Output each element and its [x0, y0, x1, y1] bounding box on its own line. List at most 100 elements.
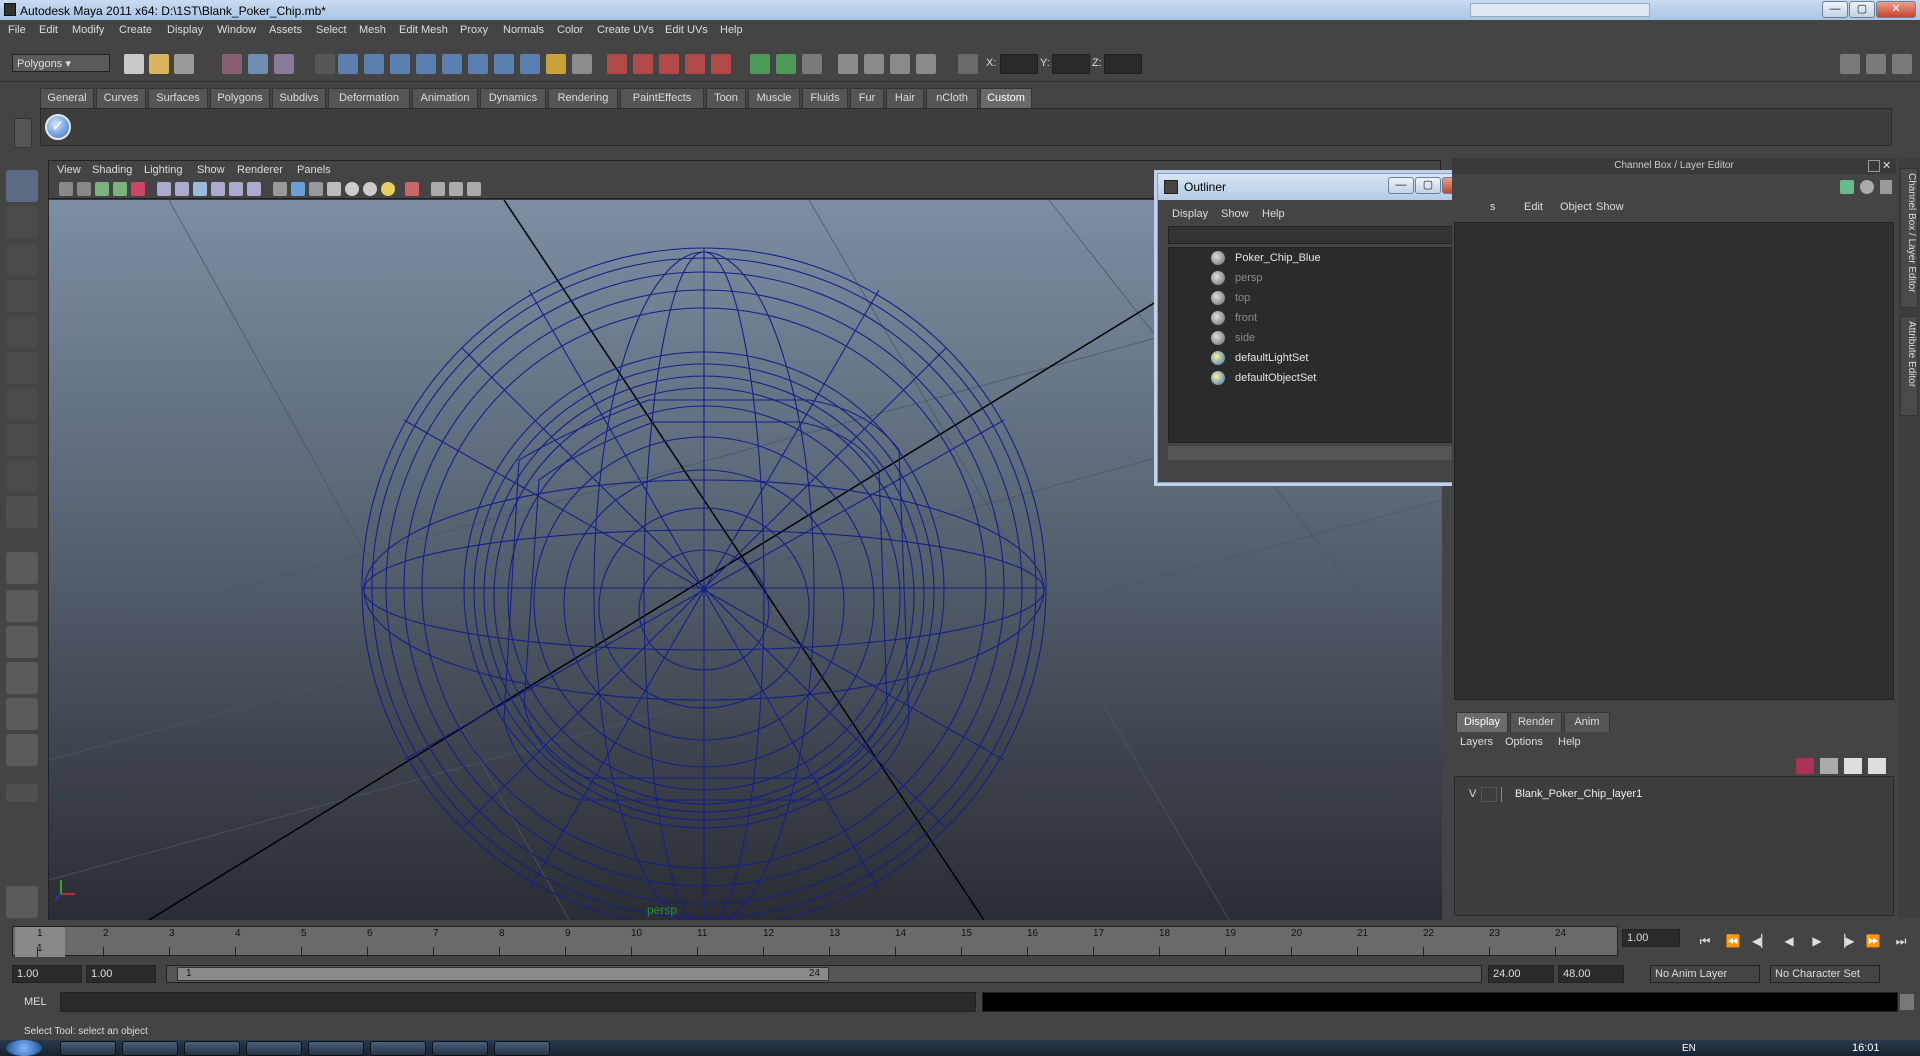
- shelf-tab-muscle[interactable]: Muscle: [748, 88, 800, 108]
- paint-select-tool-icon[interactable]: [6, 244, 38, 276]
- shelf-tab-fluids[interactable]: Fluids: [802, 88, 848, 108]
- select-surfaces-icon[interactable]: [416, 54, 436, 74]
- viewport-menu-view[interactable]: View: [57, 164, 81, 176]
- shelf-tab-polygons[interactable]: Polygons: [210, 88, 270, 108]
- snap-to-view-planes-icon[interactable]: [685, 54, 705, 74]
- viewport-menu-shading[interactable]: Shading: [92, 164, 132, 176]
- new-scene-icon[interactable]: [124, 54, 144, 74]
- taskbar-clock[interactable]: 16:01: [1852, 1042, 1880, 1054]
- xray-joints-icon[interactable]: [449, 182, 463, 196]
- layer-name[interactable]: Blank_Poker_Chip_layer1: [1515, 788, 1642, 800]
- step-back-frame-icon[interactable]: ⏪: [1724, 934, 1742, 950]
- close-button[interactable]: ✕: [1876, 1, 1916, 18]
- attribute-editor-icon[interactable]: [1880, 180, 1892, 194]
- image-plane-icon[interactable]: [113, 182, 127, 196]
- end-time-field[interactable]: 48.00: [1558, 965, 1624, 983]
- show-tool-settings-icon[interactable]: [1866, 54, 1886, 74]
- shelf-tab-custom[interactable]: Custom: [980, 88, 1032, 108]
- xray-icon[interactable]: [431, 182, 445, 196]
- channel-box-icon[interactable]: [1840, 180, 1854, 194]
- menu-select[interactable]: Select: [316, 24, 347, 36]
- channel-box-menu-show[interactable]: Show: [1596, 201, 1624, 213]
- shelf-tab-hair[interactable]: Hair: [886, 88, 924, 108]
- select-camera-icon[interactable]: [59, 182, 73, 196]
- playback-end-field[interactable]: 24.00: [1488, 965, 1554, 983]
- outliner-horizontal-scrollbar[interactable]: [1168, 446, 1486, 460]
- side-tab-channel-box[interactable]: Channel Box / Layer Editor: [1900, 168, 1918, 308]
- command-input[interactable]: [60, 992, 976, 1012]
- backface-culling-icon[interactable]: [467, 182, 481, 196]
- outliner-item[interactable]: top: [1169, 288, 1471, 308]
- layer-menu-layers[interactable]: Layers: [1460, 736, 1493, 748]
- show-channel-box-icon[interactable]: [1892, 54, 1912, 74]
- current-time-field[interactable]: 1.00: [1622, 929, 1680, 947]
- move-layer-down-icon[interactable]: [1868, 758, 1886, 774]
- layer-menu-options[interactable]: Options: [1505, 736, 1543, 748]
- construction-history-icon[interactable]: [802, 54, 822, 74]
- layout-options-chevron-icon[interactable]: [6, 784, 38, 802]
- render-settings-icon[interactable]: [916, 54, 936, 74]
- save-scene-icon[interactable]: [174, 54, 194, 74]
- make-live-icon[interactable]: [711, 54, 731, 74]
- layer-row[interactable]: V Blank_Poker_Chip_layer1: [1457, 785, 1893, 805]
- select-dynamics-icon[interactable]: [468, 54, 488, 74]
- mel-command-icon[interactable]: [6, 886, 38, 918]
- show-manipulator-tool-icon[interactable]: [6, 460, 38, 492]
- menu-create[interactable]: Create: [119, 24, 152, 36]
- smooth-shade-icon[interactable]: [291, 182, 305, 196]
- use-all-lights-icon[interactable]: [345, 182, 359, 196]
- shadows-icon[interactable]: [363, 182, 377, 196]
- go-to-start-icon[interactable]: ⏮: [1696, 934, 1714, 950]
- persp-outliner-layout-icon[interactable]: [6, 626, 38, 658]
- taskbar-maya-icon[interactable]: [432, 1041, 488, 1056]
- taskbar-app-icon[interactable]: [122, 1041, 178, 1056]
- select-joints-icon[interactable]: [364, 54, 384, 74]
- viewport-menu-renderer[interactable]: Renderer: [237, 164, 283, 176]
- menu-modify[interactable]: Modify: [72, 24, 104, 36]
- field-chart-icon[interactable]: [229, 182, 243, 196]
- open-scene-icon[interactable]: [149, 54, 169, 74]
- outliner-menu-display[interactable]: Display: [1172, 208, 1208, 220]
- shelf-menu-icon[interactable]: [14, 118, 32, 148]
- shelf-tab-deformation[interactable]: Deformation: [328, 88, 410, 108]
- menu-mesh[interactable]: Mesh: [359, 24, 386, 36]
- outliner-minimize-button[interactable]: —: [1388, 177, 1414, 194]
- lock-selection-icon[interactable]: [546, 54, 566, 74]
- menu-normals[interactable]: Normals: [503, 24, 544, 36]
- minimize-button[interactable]: —: [1822, 1, 1848, 18]
- layer-editor-icon[interactable]: [1860, 180, 1874, 194]
- step-forward-key-icon[interactable]: ▕▶: [1836, 934, 1854, 950]
- step-forward-frame-icon[interactable]: ⏩: [1864, 934, 1882, 950]
- new-layer-icon[interactable]: [1796, 758, 1814, 774]
- layer-menu-help[interactable]: Help: [1558, 736, 1581, 748]
- channel-box-menu-object[interactable]: Object: [1560, 201, 1592, 213]
- rotate-tool-icon[interactable]: [6, 316, 38, 348]
- shelf-tab-painteffects[interactable]: PaintEffects: [620, 88, 704, 108]
- start-time-field[interactable]: 1.00: [12, 965, 82, 983]
- grid-icon[interactable]: [157, 182, 171, 196]
- outliner-item[interactable]: side: [1169, 328, 1471, 348]
- select-by-component-icon[interactable]: [274, 54, 294, 74]
- shelf-tab-dynamics[interactable]: Dynamics: [480, 88, 546, 108]
- range-slider[interactable]: 1 24: [166, 965, 1482, 983]
- selection-mask-dropdown[interactable]: [315, 54, 335, 74]
- select-by-hierarchy-icon[interactable]: [222, 54, 242, 74]
- menu-set-selector[interactable]: Polygons ▾: [12, 54, 110, 72]
- select-misc-icon[interactable]: [520, 54, 540, 74]
- soft-modification-tool-icon[interactable]: [6, 424, 38, 456]
- camera-attributes-icon[interactable]: [77, 182, 91, 196]
- gate-mask-icon[interactable]: [211, 182, 225, 196]
- outliner-menu-show[interactable]: Show: [1221, 208, 1249, 220]
- taskbar-photoshop-icon[interactable]: [246, 1041, 302, 1056]
- select-deformations-icon[interactable]: [442, 54, 462, 74]
- shelf-tab-general[interactable]: General: [40, 88, 94, 108]
- render-current-frame-icon[interactable]: [864, 54, 884, 74]
- menu-edit-mesh[interactable]: Edit Mesh: [399, 24, 448, 36]
- shelf-tab-ncloth[interactable]: nCloth: [926, 88, 978, 108]
- script-editor-icon[interactable]: [1900, 994, 1914, 1010]
- taskbar-explorer-icon[interactable]: [494, 1041, 550, 1056]
- channel-box-area[interactable]: [1454, 222, 1894, 700]
- isolate-select-icon[interactable]: [405, 182, 419, 196]
- layer-tab-anim[interactable]: Anim: [1564, 712, 1610, 732]
- four-view-layout-icon[interactable]: [6, 590, 38, 622]
